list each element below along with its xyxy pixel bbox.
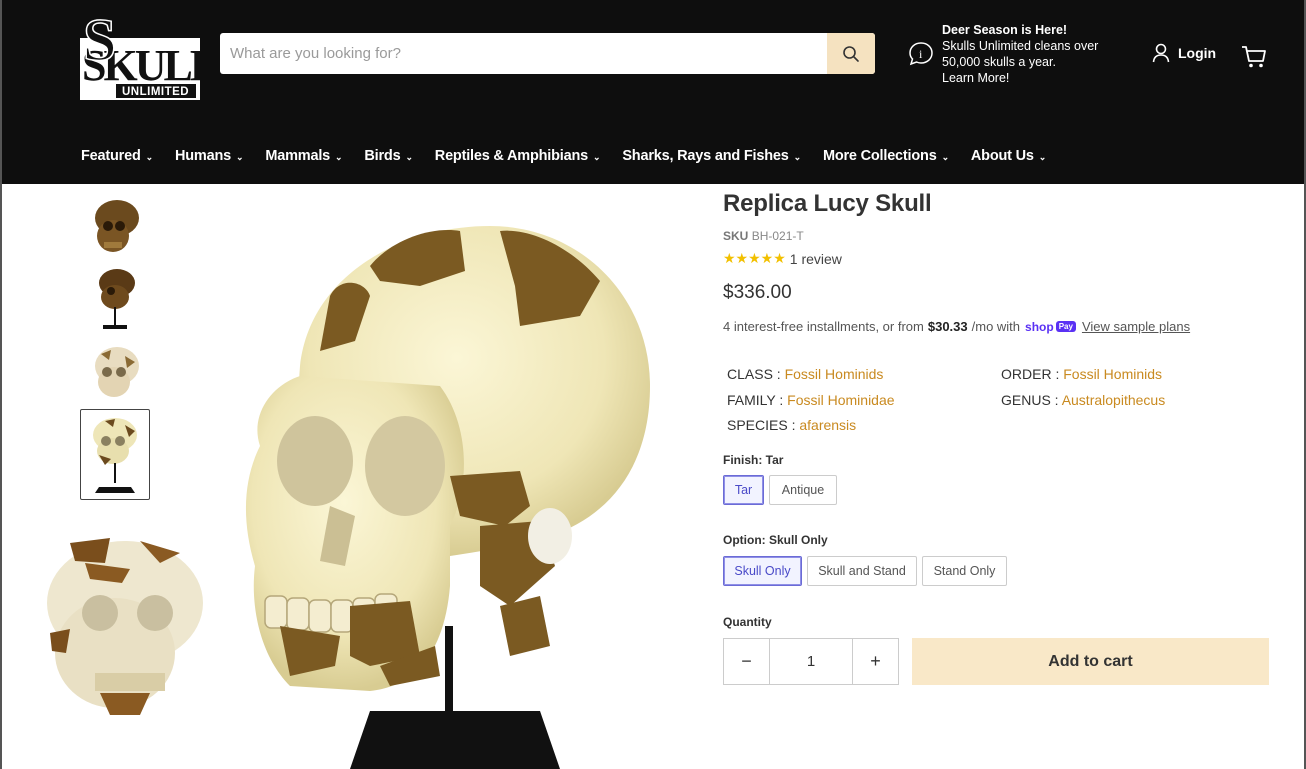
promo-line: Skulls Unlimited cleans over xyxy=(942,39,1099,53)
thumbnail-3[interactable] xyxy=(80,338,150,406)
promo-title: Deer Season is Here! xyxy=(942,23,1068,37)
chevron-down-icon: ⌄ xyxy=(236,151,244,162)
thumbnail-1[interactable] xyxy=(80,192,150,260)
taxonomy-species: SPECIES : afarensis xyxy=(727,417,857,433)
product-sku: SKU BH-021-T xyxy=(723,229,804,243)
search-bar xyxy=(220,33,875,74)
review-count: 1 review xyxy=(789,250,842,267)
star-rating-icon: ★★★★★ xyxy=(723,250,786,266)
installments-info: 4 interest-free installments, or from $3… xyxy=(723,319,1191,334)
option-skull-and-stand[interactable]: Skull and Stand xyxy=(807,556,917,586)
chevron-down-icon: ⌄ xyxy=(335,151,343,162)
search-input[interactable] xyxy=(220,33,827,74)
site-logo[interactable]: SKULLS S UNLIMITED xyxy=(80,8,200,100)
chevron-down-icon: ⌄ xyxy=(941,151,950,162)
add-to-cart-button[interactable]: Add to cart xyxy=(912,638,1269,685)
nav-item-featured[interactable]: Featured ⌄ xyxy=(81,148,153,164)
family-link[interactable]: Fossil Hominidae xyxy=(787,392,894,408)
quantity-input[interactable]: 1 xyxy=(769,639,853,684)
search-button[interactable] xyxy=(827,33,875,74)
chevron-down-icon: ⌄ xyxy=(405,151,413,162)
option-label: Option: Skull Only xyxy=(723,533,828,547)
finish-label: Finish: Tar xyxy=(723,453,784,467)
option-stand-only[interactable]: Stand Only xyxy=(922,556,1007,586)
main-nav: Featured ⌄ Humans ⌄ Mammals ⌄ Birds ⌄ Reptil… xyxy=(81,148,1068,164)
thumbnail-4-selected[interactable] xyxy=(80,409,150,500)
taxonomy-order: ORDER : Fossil Hominids xyxy=(1001,366,1163,382)
product-main-image[interactable] xyxy=(220,186,690,769)
finish-option-antique[interactable]: Antique xyxy=(769,475,837,505)
nav-item-more-collections[interactable]: More Collections ⌄ xyxy=(823,148,949,164)
chevron-down-icon: ⌄ xyxy=(592,151,601,162)
quantity-stepper: − 1 + xyxy=(723,638,899,685)
cart-icon[interactable] xyxy=(1241,45,1267,69)
species-link[interactable]: afarensis xyxy=(799,417,856,433)
class-link[interactable]: Fossil Hominids xyxy=(785,366,884,382)
shop-pay-logo: shop Pay xyxy=(1025,320,1076,334)
product-title: Replica Lucy Skull xyxy=(723,190,932,217)
promo-banner[interactable]: Deer Season is Here! Skulls Unlimited cl… xyxy=(942,22,1122,86)
order-link[interactable]: Fossil Hominids xyxy=(1063,366,1162,382)
nav-item-reptiles[interactable]: Reptiles & Amphibians ⌄ xyxy=(435,148,601,164)
skull-thumbnail-image xyxy=(95,347,139,397)
quantity-label: Quantity xyxy=(723,615,772,629)
option-skull-only[interactable]: Skull Only xyxy=(723,556,802,586)
taxonomy-class: CLASS : Fossil Hominids xyxy=(727,366,884,382)
site-header: SKULLS S UNLIMITED i Deer Season is Here… xyxy=(0,0,1306,184)
login-link[interactable]: Login xyxy=(1152,43,1216,63)
thumbnail-2[interactable] xyxy=(80,264,150,332)
skull-on-stand-thumbnail-image xyxy=(93,417,137,493)
svg-text:i: i xyxy=(919,47,923,61)
nav-item-humans[interactable]: Humans ⌄ xyxy=(175,148,244,164)
skull-secondary-image xyxy=(47,538,203,715)
finish-option-tar[interactable]: Tar xyxy=(723,475,764,505)
nav-item-sharks[interactable]: Sharks, Rays and Fishes ⌄ xyxy=(622,148,801,164)
product-rating[interactable]: ★★★★★ 1 review xyxy=(723,250,842,267)
taxonomy-family: FAMILY : Fossil Hominidae xyxy=(727,392,895,408)
nav-item-birds[interactable]: Birds ⌄ xyxy=(364,148,413,164)
increase-quantity-button[interactable]: + xyxy=(853,639,898,684)
svg-text:S: S xyxy=(83,8,116,73)
skull-thumbnail-image xyxy=(95,200,139,252)
skull-on-stand-thumbnail-image xyxy=(99,269,135,329)
search-icon xyxy=(843,45,859,62)
user-icon xyxy=(1152,43,1170,63)
nav-item-about-us[interactable]: About Us ⌄ xyxy=(971,148,1046,164)
genus-link[interactable]: Australopithecus xyxy=(1062,392,1166,408)
promo-learn-more[interactable]: Learn More! xyxy=(942,70,1122,86)
chevron-down-icon: ⌄ xyxy=(793,151,802,162)
promo-line: 50,000 skulls a year. xyxy=(942,55,1056,69)
view-sample-plans-link[interactable]: View sample plans xyxy=(1082,319,1190,334)
chevron-down-icon: ⌄ xyxy=(1038,151,1047,162)
product-price: $336.00 xyxy=(723,282,792,303)
logo-subtext: UNLIMITED xyxy=(122,86,189,98)
nav-item-mammals[interactable]: Mammals ⌄ xyxy=(265,148,342,164)
decrease-quantity-button[interactable]: − xyxy=(724,639,769,684)
info-chat-icon: i xyxy=(909,42,933,66)
login-label: Login xyxy=(1178,45,1217,61)
taxonomy-genus: GENUS : Australopithecus xyxy=(1001,392,1166,408)
chevron-down-icon: ⌄ xyxy=(145,151,154,162)
